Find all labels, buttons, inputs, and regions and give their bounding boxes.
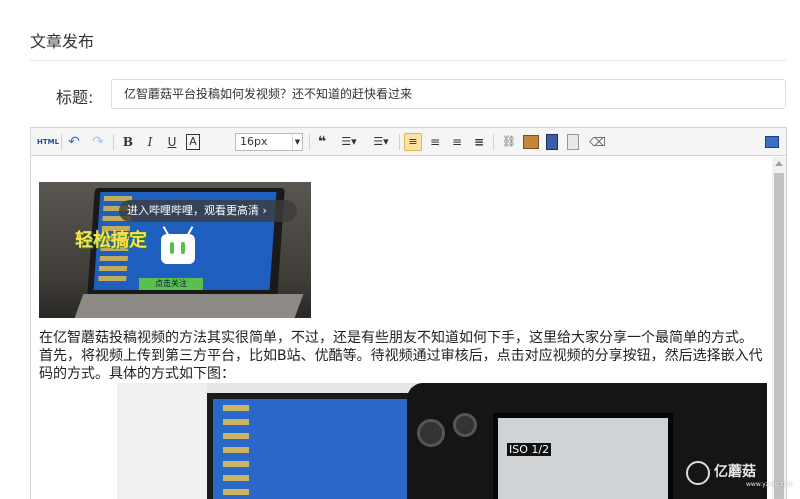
embedded-video[interactable]: 轻松搞定 点击关注 进入哔哩哔哩，观看更高清 › bbox=[39, 182, 311, 318]
fullscreen-icon[interactable] bbox=[765, 136, 779, 148]
camera-screen bbox=[493, 413, 673, 499]
chevron-down-icon: ▼ bbox=[292, 134, 302, 150]
editor-toolbar: HTML ↶ ↷ B I U A 16px ▼ ❝ ☰▾ ☰▾ ≡ ≡ ≡ ≡ … bbox=[31, 128, 786, 156]
separator bbox=[113, 134, 114, 150]
editor-content[interactable]: 轻松搞定 点击关注 进入哔哩哔哩，观看更高清 › 在亿智蘑菇投稿视频的方法其实很… bbox=[31, 157, 771, 499]
eraser-icon[interactable]: ⌫ bbox=[589, 133, 606, 151]
bold-icon[interactable]: B bbox=[121, 133, 135, 151]
video-green-bar: 点击关注 bbox=[139, 278, 203, 290]
separator bbox=[61, 134, 62, 150]
html-source-icon[interactable]: HTML bbox=[37, 133, 59, 151]
italic-icon[interactable]: I bbox=[143, 133, 157, 151]
font-size-value: 16px bbox=[240, 135, 268, 148]
separator bbox=[399, 134, 400, 150]
video-icon[interactable] bbox=[546, 134, 558, 150]
site-watermark: 亿蘑菇 www.yzmg.com bbox=[686, 459, 793, 489]
video-big-text: 轻松搞定 bbox=[75, 230, 147, 251]
link-icon[interactable]: ⛓ bbox=[501, 133, 517, 151]
camera-iso-text: ISO 1/2 bbox=[507, 443, 552, 456]
unordered-list-icon[interactable]: ☰▾ bbox=[368, 133, 394, 151]
page-title: 文章发布 bbox=[30, 32, 95, 51]
title-label: 标题: bbox=[56, 88, 94, 107]
open-bilibili-link[interactable]: 进入哔哩哔哩，观看更高清 › bbox=[119, 200, 297, 222]
paste-icon[interactable] bbox=[567, 134, 579, 150]
camera-photo: ISO 1/2 bbox=[117, 383, 767, 499]
watermark-url: www.yzmg.com bbox=[746, 481, 794, 488]
font-size-select[interactable]: 16px ▼ bbox=[235, 133, 303, 151]
rich-text-editor: HTML ↶ ↷ B I U A 16px ▼ ❝ ☰▾ ☰▾ ≡ ≡ ≡ ≡ … bbox=[30, 127, 787, 499]
bilibili-tv-icon[interactable] bbox=[161, 234, 195, 264]
align-right-icon[interactable]: ≡ bbox=[449, 133, 465, 151]
align-justify-icon[interactable]: ≡ bbox=[471, 133, 487, 151]
align-left-icon[interactable]: ≡ bbox=[404, 133, 422, 151]
editor-scrollbar[interactable] bbox=[772, 157, 786, 499]
image-icon[interactable] bbox=[523, 135, 539, 149]
blockquote-icon[interactable]: ❝ bbox=[315, 133, 329, 151]
redo-icon[interactable]: ↷ bbox=[91, 133, 105, 151]
font-color-icon[interactable]: A bbox=[186, 134, 200, 150]
align-center-icon[interactable]: ≡ bbox=[427, 133, 443, 151]
monitor-icons bbox=[223, 405, 249, 499]
laptop-keyboard bbox=[74, 294, 304, 318]
camera-dial bbox=[453, 413, 477, 437]
undo-icon[interactable]: ↶ bbox=[67, 133, 81, 151]
divider bbox=[30, 60, 786, 61]
separator bbox=[493, 134, 494, 150]
scroll-thumb[interactable] bbox=[774, 173, 784, 499]
camera-dial bbox=[417, 419, 445, 447]
separator bbox=[309, 134, 310, 150]
photo-background bbox=[117, 383, 207, 499]
watermark-logo-icon bbox=[686, 461, 710, 485]
title-input[interactable]: 亿智蘑菇平台投稿如何发视频？还不知道的赶快看过来 bbox=[111, 79, 786, 109]
underline-icon[interactable]: U bbox=[165, 133, 179, 151]
article-paragraph: 在亿智蘑菇投稿视频的方法其实很简单，不过，还是有些朋友不知道如何下手，这里给大家… bbox=[39, 330, 763, 382]
ordered-list-icon[interactable]: ☰▾ bbox=[336, 133, 362, 151]
watermark-text: 亿蘑菇 bbox=[714, 464, 756, 480]
scroll-up-icon[interactable] bbox=[775, 161, 783, 166]
